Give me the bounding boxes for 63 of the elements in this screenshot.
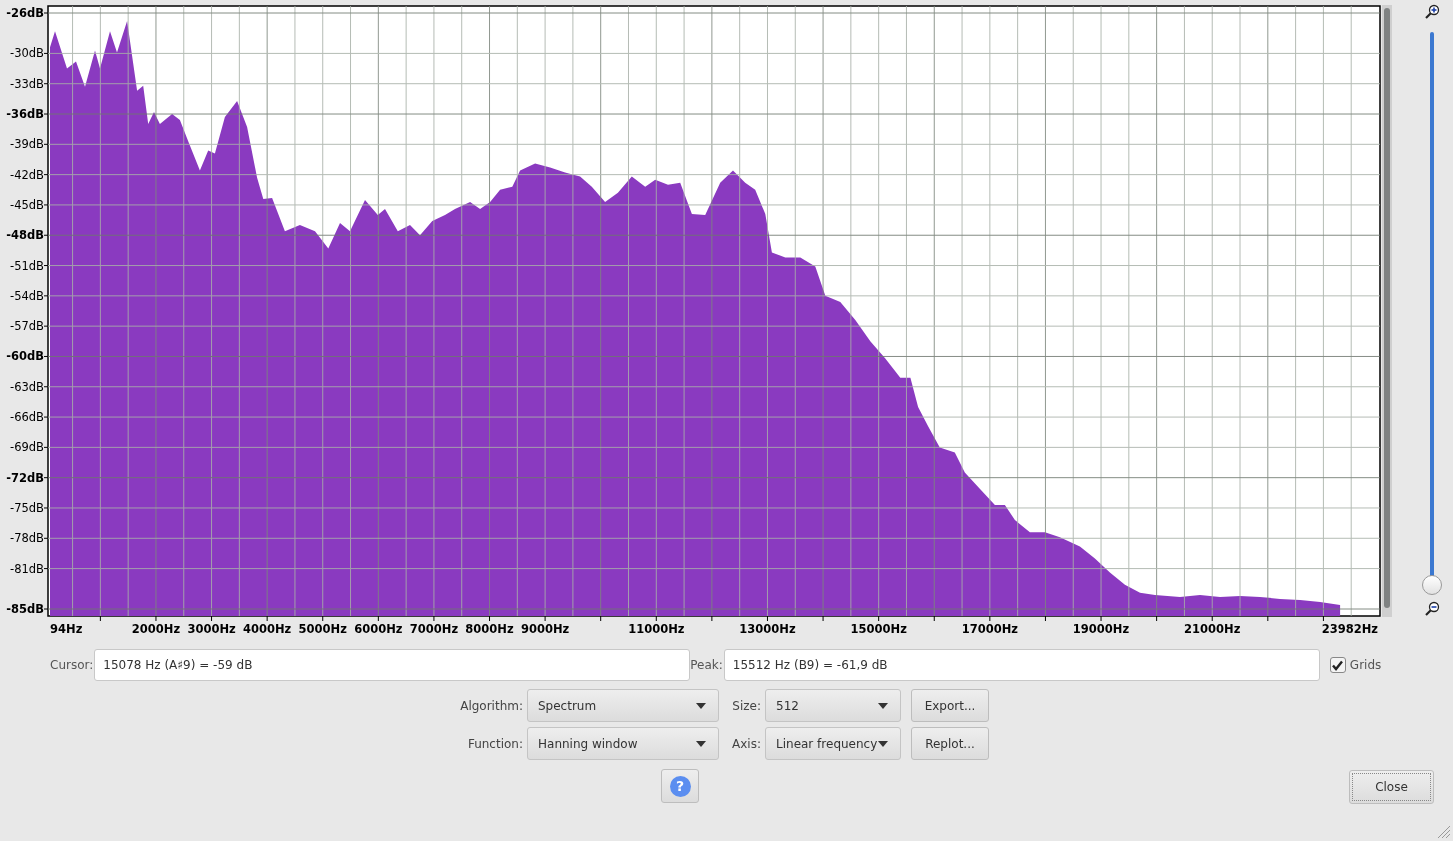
algorithm-label: Algorithm: bbox=[459, 698, 523, 713]
axis-label: 13000Hz bbox=[739, 622, 796, 636]
cursor-label: Cursor: bbox=[50, 658, 94, 672]
axis-label: -26dB bbox=[6, 6, 44, 20]
size-dropdown[interactable]: 512 bbox=[765, 689, 901, 722]
function-label: Function: bbox=[466, 736, 523, 751]
axis-label: 17000Hz bbox=[961, 622, 1018, 636]
axis-label: -66dB bbox=[10, 410, 44, 425]
peak-field[interactable]: 15512 Hz (B9) = -61,9 dB bbox=[723, 649, 1320, 681]
axis-label: Axis: bbox=[731, 736, 761, 751]
axis-label: -78dB bbox=[10, 531, 44, 546]
slider-thumb[interactable] bbox=[1421, 575, 1442, 595]
axis-label: -60dB bbox=[6, 349, 44, 364]
scrollbar[interactable] bbox=[1382, 5, 1392, 617]
export-button[interactable]: Export... bbox=[911, 689, 989, 722]
zoom-slider[interactable] bbox=[1420, 30, 1443, 597]
algorithm-dropdown[interactable]: Spectrum bbox=[527, 689, 719, 722]
axis-label: 4000Hz bbox=[243, 622, 292, 636]
axis-label: -63dB bbox=[10, 379, 44, 394]
zoom-in-icon[interactable] bbox=[1423, 4, 1440, 20]
axis-label: 15000Hz bbox=[850, 622, 907, 636]
axis-label: -42dB bbox=[10, 167, 44, 182]
caret-icon bbox=[696, 702, 706, 709]
close-button[interactable]: Close bbox=[1349, 770, 1434, 804]
cursor-field[interactable]: 15078 Hz (A♯9) = -59 dB bbox=[94, 649, 691, 681]
peak-label: Peak: bbox=[690, 658, 723, 672]
zoom-out-icon[interactable] bbox=[1423, 601, 1440, 617]
axis-label: 23982Hz bbox=[1321, 622, 1378, 636]
checkbox-icon[interactable] bbox=[1329, 657, 1346, 673]
axis-label: -75dB bbox=[10, 501, 44, 515]
caret-icon bbox=[878, 702, 888, 709]
size-label: Size: bbox=[731, 698, 761, 713]
axis-label: 9000Hz bbox=[520, 622, 570, 636]
grids-checkbox[interactable]: Grids bbox=[1329, 657, 1382, 673]
resize-grip-icon[interactable] bbox=[1435, 823, 1451, 839]
axis-label: -72dB bbox=[6, 470, 44, 485]
axis-label: -54dB bbox=[10, 288, 44, 303]
axis-label: -48dB bbox=[6, 228, 44, 243]
function-dropdown[interactable]: Hanning window bbox=[527, 727, 719, 760]
axis-label: -69dB bbox=[10, 440, 44, 455]
axis-label: 5000Hz bbox=[298, 622, 347, 636]
axis-label: 2000Hz bbox=[131, 622, 181, 636]
axis-label: 11000Hz bbox=[628, 622, 685, 636]
caret-icon bbox=[878, 740, 888, 747]
axis-label: 94Hz bbox=[50, 622, 83, 636]
axis-label: -33dB bbox=[10, 76, 44, 91]
axis-label: -51dB bbox=[10, 258, 44, 273]
axis-label: -30dB bbox=[10, 46, 44, 61]
axis-label: -36dB bbox=[6, 107, 44, 121]
axis-label: -81dB bbox=[10, 561, 44, 576]
axis-label: 19000Hz bbox=[1072, 622, 1130, 636]
axis-label: 8000Hz bbox=[465, 622, 514, 636]
axis-label: -45dB bbox=[10, 197, 44, 212]
axis-dropdown[interactable]: Linear frequency bbox=[765, 727, 901, 760]
caret-icon bbox=[696, 740, 706, 747]
axis-label: 21000Hz bbox=[1184, 622, 1241, 636]
axis-label: -85dB bbox=[6, 602, 44, 616]
replot-button[interactable]: Replot... bbox=[911, 727, 989, 760]
axis-label: 6000Hz bbox=[354, 622, 403, 636]
axis-label: -57dB bbox=[10, 319, 44, 334]
axis-label: -39dB bbox=[10, 137, 44, 152]
axis-label: 3000Hz bbox=[187, 622, 236, 636]
axis-label: 7000Hz bbox=[409, 622, 459, 636]
